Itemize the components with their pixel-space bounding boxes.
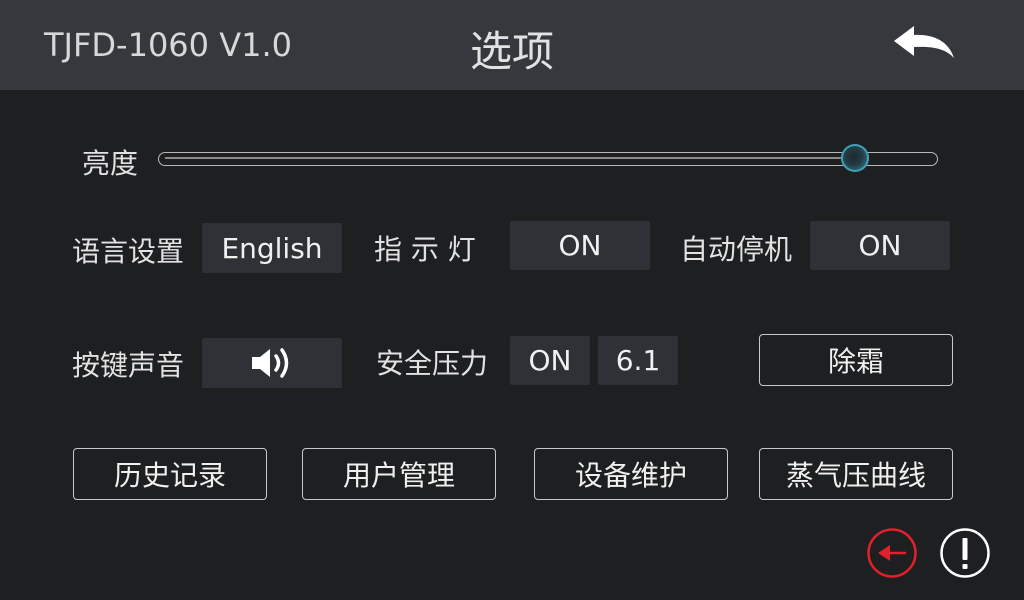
brightness-slider-handle[interactable] xyxy=(841,144,870,172)
language-label: 语言设置 xyxy=(72,235,185,268)
exit-arrow-icon[interactable] xyxy=(866,527,918,579)
safety-pressure-value[interactable]: 6.1 xyxy=(598,336,678,385)
device-maintenance-button[interactable]: 设备维护 xyxy=(534,448,728,500)
indicator-light-toggle[interactable]: ON xyxy=(510,221,650,270)
user-management-button[interactable]: 用户管理 xyxy=(302,448,496,500)
history-button[interactable]: 历史记录 xyxy=(73,448,267,500)
defrost-button[interactable]: 除霜 xyxy=(759,334,953,386)
safety-pressure-toggle[interactable]: ON xyxy=(510,336,590,385)
back-arrow-icon[interactable] xyxy=(890,22,960,66)
safety-pressure-label: 安全压力 xyxy=(376,347,489,380)
page-title: 选项 xyxy=(469,27,554,76)
speaker-icon xyxy=(249,345,295,381)
brightness-slider[interactable] xyxy=(158,152,938,166)
vapor-pressure-curve-button[interactable]: 蒸气压曲线 xyxy=(759,448,953,500)
brightness-slider-fill xyxy=(165,157,857,159)
title-bar: TJFD-1060 V1.0 选项 xyxy=(0,0,1024,90)
key-sound-toggle[interactable] xyxy=(202,338,342,388)
indicator-light-label: 指 示 灯 xyxy=(374,233,476,266)
alert-icon[interactable] xyxy=(939,527,991,579)
auto-stop-label: 自动停机 xyxy=(680,233,793,266)
key-sound-label: 按键声音 xyxy=(72,349,185,382)
language-select[interactable]: English xyxy=(202,223,342,273)
brightness-label: 亮度 xyxy=(82,147,139,180)
auto-stop-toggle[interactable]: ON xyxy=(810,221,950,270)
